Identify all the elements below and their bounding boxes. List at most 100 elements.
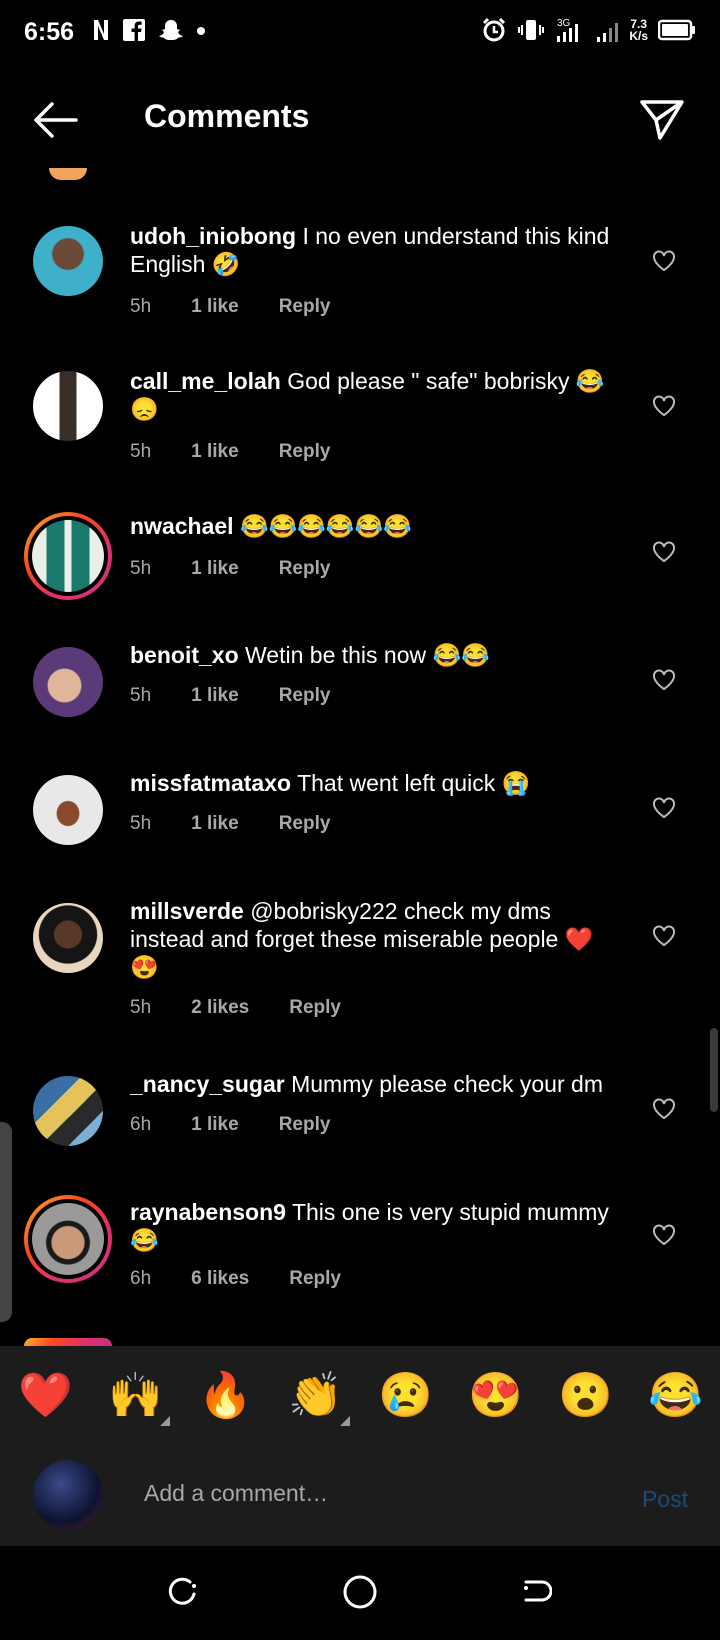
like-heart-icon[interactable]	[652, 797, 676, 819]
comment-likes[interactable]: 6 likes	[191, 1268, 249, 1290]
like-heart-icon[interactable]	[652, 1098, 676, 1120]
recent-apps-icon[interactable]	[166, 1576, 198, 1608]
emoji-button[interactable]: 🙌	[108, 1372, 163, 1420]
comment-username[interactable]: raynabenson9	[130, 1199, 286, 1225]
reply-button[interactable]: Reply	[279, 1114, 331, 1136]
status-time: 6:56	[24, 18, 75, 46]
reply-button[interactable]: Reply	[289, 997, 341, 1019]
comment-likes[interactable]: 2 likes	[191, 997, 249, 1019]
comment-meta: 5h 1 like Reply	[130, 685, 370, 707]
battery-icon	[658, 19, 695, 41]
like-heart-icon[interactable]	[652, 1224, 676, 1246]
like-heart-icon[interactable]	[652, 925, 676, 947]
network-speed-unit: K/s	[629, 29, 648, 43]
comment-likes[interactable]: 1 like	[191, 1114, 239, 1136]
comment-body: Wetin be this now 😂😂	[245, 642, 490, 668]
avatar[interactable]	[33, 647, 103, 717]
comment-input[interactable]: Add a comment…	[144, 1480, 328, 1507]
emoji-quick-bar: ❤️ 🙌 🔥 👏 😢 😍 😮 😂	[0, 1346, 720, 1446]
svg-text:3G: 3G	[557, 18, 571, 29]
reply-button[interactable]: Reply	[289, 1268, 341, 1290]
back-arrow-icon[interactable]	[30, 98, 80, 142]
comment-time: 5h	[130, 441, 152, 462]
edge-panel-handle[interactable]	[0, 1122, 12, 1322]
avatar[interactable]	[32, 1203, 104, 1275]
post-button[interactable]: Post	[642, 1486, 688, 1513]
comment-likes[interactable]: 1 like	[191, 558, 239, 580]
scrollbar-thumb[interactable]	[710, 1028, 718, 1112]
current-user-avatar	[33, 1460, 103, 1530]
avatar[interactable]	[32, 520, 104, 592]
comment-likes[interactable]: 1 like	[191, 685, 239, 707]
comment-meta: 5h 2 likes Reply	[130, 997, 381, 1019]
comment-meta: 6h 1 like Reply	[130, 1114, 370, 1136]
vibrate-icon	[518, 20, 545, 40]
emoji-button[interactable]: 🔥	[198, 1372, 253, 1420]
signal-icon	[597, 23, 619, 42]
comment-meta: 5h 1 like Reply	[130, 813, 370, 835]
comment-username[interactable]: _nancy_sugar	[130, 1071, 285, 1097]
alarm-icon	[483, 17, 506, 42]
comment-username[interactable]: call_me_lolah	[130, 368, 281, 394]
comment-meta: 5h 1 like Reply	[130, 441, 370, 463]
avatar[interactable]	[33, 903, 103, 973]
comment-time: 5h	[130, 813, 152, 834]
comment-username[interactable]: missfatmataxo	[130, 770, 291, 796]
comment-text-block: call_me_lolah God please " safe" bobrisk…	[130, 367, 620, 423]
emoji-button[interactable]: 😢	[378, 1372, 433, 1420]
comment-meta: 5h 1 like Reply	[130, 558, 370, 580]
notification-icons	[92, 18, 206, 42]
emoji-button[interactable]: 😍	[468, 1372, 523, 1420]
comment-likes[interactable]: 1 like	[191, 296, 239, 318]
avatar[interactable]	[33, 371, 103, 441]
reply-button[interactable]: Reply	[279, 813, 331, 835]
comment-likes[interactable]: 1 like	[191, 441, 239, 463]
comment-likes[interactable]: 1 like	[191, 813, 239, 835]
comment-time: 5h	[130, 685, 152, 706]
back-nav-icon[interactable]	[520, 1576, 552, 1608]
partial-story-ring	[24, 1338, 112, 1346]
emoji-button[interactable]: 😂	[648, 1372, 703, 1420]
emoji-button[interactable]: 👏	[288, 1372, 343, 1420]
comment-username[interactable]: nwachael	[130, 513, 234, 539]
emoji-button[interactable]: ❤️	[18, 1372, 73, 1420]
comment-time: 6h	[130, 1268, 152, 1289]
comment-time: 5h	[130, 558, 152, 579]
like-heart-icon[interactable]	[652, 541, 676, 563]
comment-time: 5h	[130, 296, 152, 317]
comment-text-block: raynabenson9 This one is very stupid mum…	[130, 1198, 620, 1254]
page-title: Comments	[144, 98, 310, 134]
comment-text-block: udoh_iniobong I no even understand this …	[130, 222, 620, 278]
share-send-icon[interactable]	[638, 98, 686, 142]
comment-username[interactable]: udoh_iniobong	[130, 223, 296, 249]
comment-meta: 5h 1 like Reply	[130, 296, 370, 318]
skin-tone-indicator-icon	[160, 1416, 170, 1426]
comment-text-block: millsverde @bobrisky222 check my dms ins…	[130, 897, 620, 981]
comment-username[interactable]: benoit_xo	[130, 642, 239, 668]
reply-button[interactable]: Reply	[279, 558, 331, 580]
comment-text-block: _nancy_sugar Mummy please check your dm	[130, 1070, 620, 1098]
dot-icon	[197, 27, 205, 35]
system-nav-bar	[0, 1546, 720, 1640]
comment-time: 6h	[130, 1114, 152, 1135]
like-heart-icon[interactable]	[652, 395, 676, 417]
avatar[interactable]	[33, 1076, 103, 1146]
emoji-button[interactable]: 😮	[558, 1372, 613, 1420]
comment-composer: Add a comment… Post	[0, 1446, 720, 1546]
avatar[interactable]	[33, 226, 103, 296]
comment-body: That went left quick 😭	[297, 770, 531, 796]
status-bar: 6:56 3G 7.3 K/s	[0, 0, 720, 68]
comment-username[interactable]: millsverde	[130, 898, 244, 924]
like-heart-icon[interactable]	[652, 669, 676, 691]
comment-body: Mummy please check your dm	[291, 1071, 603, 1097]
reply-button[interactable]: Reply	[279, 685, 331, 707]
comment-text-block: missfatmataxo That went left quick 😭	[130, 769, 620, 797]
comment-text-block: nwachael 😂😂😂😂😂😂	[130, 512, 620, 540]
avatar[interactable]	[33, 775, 103, 845]
comment-meta: 6h 6 likes Reply	[130, 1268, 381, 1290]
reply-button[interactable]: Reply	[279, 296, 331, 318]
signal-3g-icon: 3G	[557, 18, 579, 42]
home-icon[interactable]	[342, 1574, 378, 1610]
reply-button[interactable]: Reply	[279, 441, 331, 463]
like-heart-icon[interactable]	[652, 250, 676, 272]
